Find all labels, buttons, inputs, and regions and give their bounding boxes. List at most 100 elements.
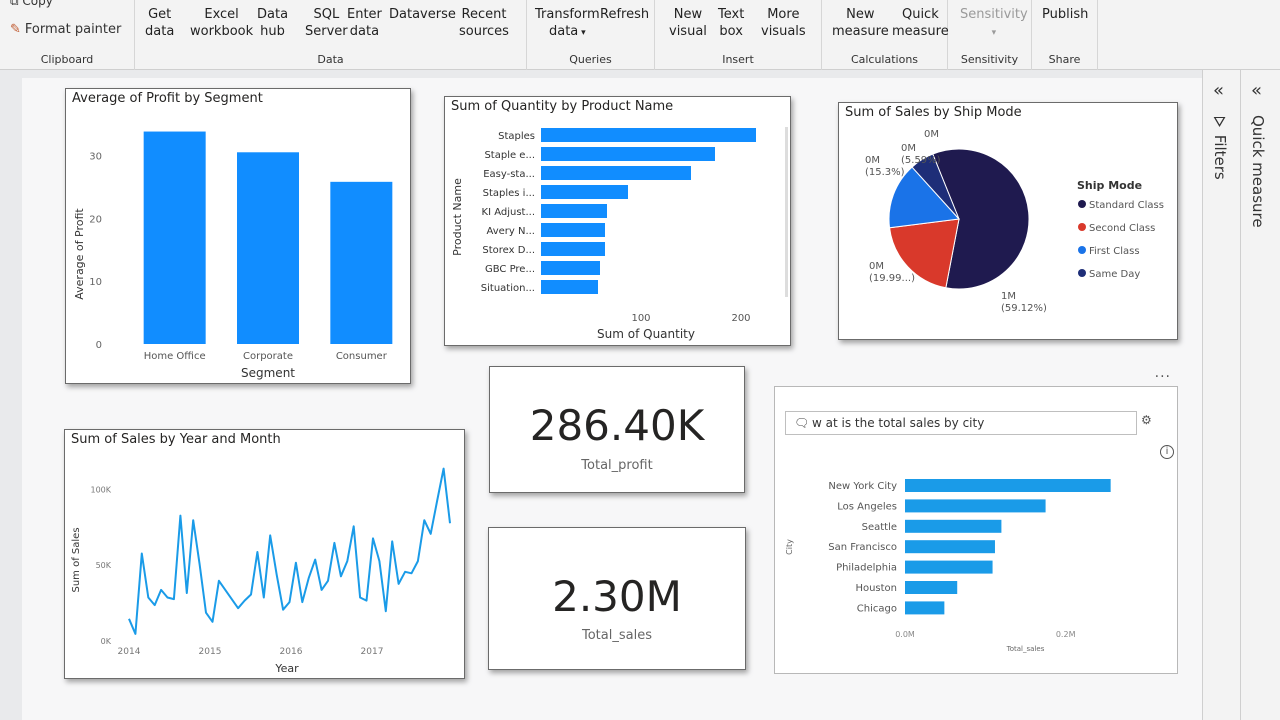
y-tick-label: 30	[89, 151, 102, 162]
legend-marker	[1078, 269, 1086, 277]
total-profit-label: Total_profit	[581, 458, 653, 473]
y-tick-label: 10	[89, 277, 102, 288]
y-tick-label: 50K	[96, 561, 112, 570]
visual-title: Sum of Sales by Ship Mode	[845, 105, 1022, 120]
slice-value-label: 1M	[1001, 291, 1016, 302]
new-visual-button[interactable]: New visual	[669, 6, 707, 40]
slice-value-label: 0M	[869, 261, 884, 272]
calculations-group: New measure Quick measure Calculations	[822, 0, 949, 70]
total-sales-card[interactable]: 2.30M Total_sales	[488, 527, 746, 670]
y-tick-label: GBC Pre...	[485, 264, 535, 275]
share-group: Publish Share	[1032, 0, 1098, 70]
visual-title: Sum of Quantity by Product Name	[451, 99, 674, 114]
x-tick-label: 2015	[199, 647, 222, 657]
y-tick-label: Avery N...	[486, 226, 535, 237]
x-tick-label: 0.2M	[1056, 630, 1076, 639]
paintbrush-icon: ✎	[10, 22, 21, 37]
y-tick-label: Staple e...	[484, 150, 535, 161]
slice-value-label: 0M	[865, 155, 880, 166]
visual-title: Sum of Sales by Year and Month	[71, 432, 281, 447]
filter-icon: ⛛	[1211, 115, 1229, 135]
sql-server-button[interactable]: SQL Server	[305, 6, 348, 40]
slice-percent-label: (19.99...)	[869, 273, 915, 284]
sales-line	[128, 467, 451, 635]
bar	[905, 499, 1046, 513]
text-box-button[interactable]: Text box	[718, 6, 744, 40]
group-label-calculations: Calculations	[850, 53, 919, 66]
y-axis-title: Average of Profit	[73, 208, 86, 300]
group-label-queries: Queries	[569, 53, 612, 66]
more-options-icon[interactable]: ...	[1155, 365, 1171, 381]
sales-by-ship-mode-chart[interactable]: Sum of Sales by Ship Mode 1M (59.12%) 0M (1…	[838, 102, 1178, 340]
format-painter-button[interactable]: ✎ Format painter	[10, 22, 121, 37]
sensitivity-button[interactable]: Sensitivity ▾	[960, 6, 1028, 42]
copy-button[interactable]: ⧉ Copy	[10, 0, 53, 9]
quick-measure-button[interactable]: Quick measure	[892, 6, 949, 40]
visual-title: Average of Profit by Segment	[72, 91, 263, 106]
publish-button[interactable]: Publish	[1042, 6, 1088, 23]
quantity-by-product-chart[interactable]: Sum of Quantity by Product Name Staples S…	[444, 96, 791, 346]
quick-measure-pane[interactable]: « Quick measure	[1240, 70, 1280, 720]
y-tick-label: Chicago	[857, 603, 897, 614]
legend-item: Second Class	[1089, 223, 1155, 234]
bar	[905, 519, 1002, 533]
y-tick-label: New York City	[828, 481, 897, 492]
more-visuals-button[interactable]: More visuals	[761, 6, 806, 40]
slice-value-label: 0M	[901, 143, 916, 154]
dataverse-button[interactable]: Dataverse	[389, 6, 456, 23]
x-axis-title: Segment	[241, 366, 295, 380]
bar	[541, 280, 598, 294]
x-tick-label: Home Office	[144, 351, 206, 362]
y-tick-label: Seattle	[862, 522, 897, 533]
transform-data-button[interactable]: Transform data ▾	[535, 6, 600, 42]
sales-by-year-month-plot: 0K 50K 100K 2014 2015 2016 2017 Year Sum of Sale…	[71, 467, 451, 675]
x-tick-label: Corporate	[243, 351, 293, 362]
collapse-quick-measure-icon[interactable]: «	[1251, 80, 1262, 101]
scrollbar-track	[785, 127, 788, 297]
ribbon: ⧉ Copy ✎ Format painter Clipboard Get data…	[0, 0, 1280, 70]
profit-by-segment-chart[interactable]: Average of Profit by Segment 0 10 20 30 Home…	[65, 88, 411, 384]
filters-pane[interactable]: « ⛛ Filters	[1202, 70, 1240, 720]
legend-marker	[1078, 200, 1086, 208]
get-data-button[interactable]: Get data	[145, 6, 174, 40]
slice-percent-label: (15.3%)	[865, 167, 905, 178]
new-measure-button[interactable]: New measure	[832, 6, 889, 40]
quick-measure-label: Quick measure	[1249, 115, 1267, 228]
collapse-filters-icon[interactable]: «	[1213, 80, 1224, 101]
group-label-clipboard: Clipboard	[40, 53, 94, 66]
legend-item: First Class	[1089, 246, 1140, 257]
bar	[541, 242, 605, 256]
x-tick-label: 2016	[280, 647, 303, 657]
quantity-by-product-plot: Staples Staple e... Easy-sta... Staples i..…	[451, 127, 788, 341]
x-tick-label: 0.0M	[895, 630, 915, 639]
bar	[143, 131, 206, 344]
total-profit-value: 286.40K	[529, 401, 705, 450]
bar	[905, 540, 995, 554]
y-tick-label: Los Angeles	[837, 501, 897, 512]
x-tick-label: 200	[731, 313, 750, 324]
excel-workbook-button[interactable]: Excel workbook	[190, 6, 253, 40]
recent-sources-button[interactable]: Recent sources	[459, 6, 509, 40]
group-label-data: Data	[317, 53, 344, 66]
total-profit-card[interactable]: 286.40K Total_profit	[489, 366, 745, 493]
clipboard-group: ⧉ Copy ✎ Format painter Clipboard	[0, 0, 135, 70]
y-tick-label: Philadelphia	[836, 563, 897, 574]
refresh-button[interactable]: Refresh	[600, 6, 649, 23]
y-tick-label: Easy-sta...	[483, 169, 535, 180]
legend-item: Same Day	[1089, 269, 1140, 280]
x-axis-title: Sum of Quantity	[597, 327, 695, 341]
x-tick-label: 100	[631, 313, 650, 324]
enter-data-button[interactable]: Enter data	[347, 6, 382, 40]
bar	[905, 581, 958, 594]
bar	[541, 185, 628, 199]
profit-by-segment-plot: 0 10 20 30 Home Office Corporate Consumer Segme…	[73, 131, 393, 380]
chevron-down-icon: ▾	[991, 28, 997, 38]
y-tick-label: 0K	[101, 637, 112, 646]
sales-by-year-month-chart[interactable]: Sum of Sales by Year and Month 0K 50K 100K…	[64, 429, 465, 679]
qa-visual[interactable]: ... 🗨 w at is the total sales by city ⚙ …	[774, 365, 1178, 674]
data-hub-button[interactable]: Data hub	[257, 6, 288, 40]
bar	[541, 128, 756, 142]
insert-group: New visual Text box More visuals Insert	[655, 0, 822, 70]
bar	[541, 204, 607, 218]
y-tick-label: Situation...	[481, 283, 535, 294]
